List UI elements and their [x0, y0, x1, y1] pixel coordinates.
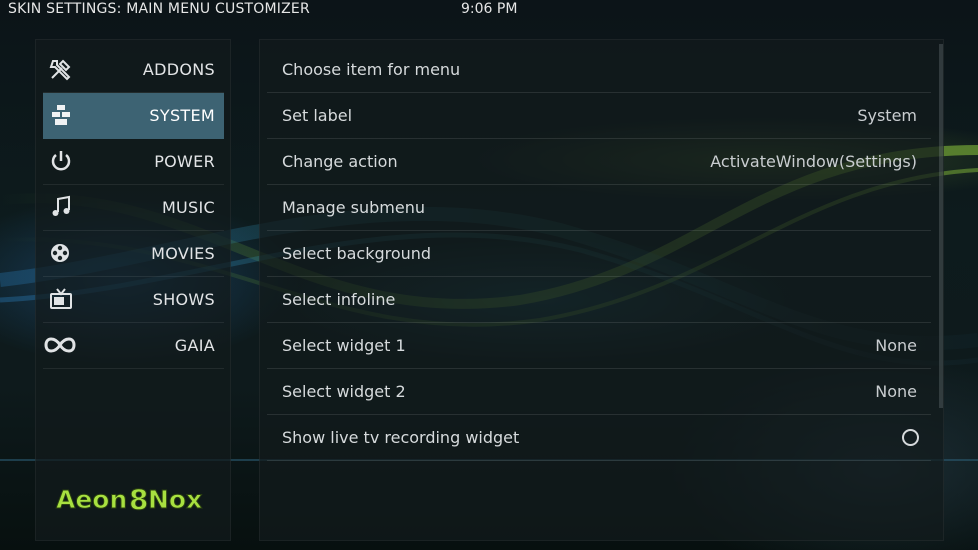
option-label: Set label — [282, 106, 353, 125]
option-label: Select background — [282, 244, 432, 263]
option-label: Select widget 1 — [282, 336, 406, 355]
sidebar-item-movies[interactable]: MOVIES — [43, 231, 224, 277]
sidebar-item-label: SYSTEM — [149, 106, 215, 125]
sidebar-item-system[interactable]: SYSTEM — [43, 93, 224, 139]
option-select-widget-1[interactable]: Select widget 1 None — [267, 323, 931, 369]
customizer-options-panel: Choose item for menu Set label System Ch… — [259, 39, 944, 541]
film-reel-icon — [49, 241, 73, 265]
option-select-widget-2[interactable]: Select widget 2 None — [267, 369, 931, 415]
svg-text:Nox: Nox — [148, 485, 202, 514]
option-select-infoline[interactable]: Select infoline — [267, 277, 931, 323]
radio-toggle-off[interactable] — [902, 429, 919, 446]
sidebar-item-gaia[interactable]: GAIA — [43, 323, 224, 369]
window-title: SKIN SETTINGS: MAIN MENU CUSTOMIZER — [8, 1, 310, 17]
sidebar-item-label: ADDONS — [142, 60, 215, 79]
clock: 9:06 PM — [461, 1, 518, 17]
aeon-nox-logo: Aeon 8 Nox — [54, 480, 214, 518]
svg-text:8: 8 — [129, 483, 148, 516]
option-set-label[interactable]: Set label System — [267, 93, 931, 139]
option-label: Select infoline — [282, 290, 396, 309]
sidebar-item-label: SHOWS — [152, 290, 215, 309]
option-label: Change action — [282, 152, 398, 171]
option-manage-submenu[interactable]: Manage submenu — [267, 185, 931, 231]
option-value: None — [875, 382, 917, 401]
option-label: Choose item for menu — [282, 60, 461, 79]
sidebar-item-music[interactable]: MUSIC — [43, 185, 224, 231]
option-value: None — [875, 336, 917, 355]
option-select-background[interactable]: Select background — [267, 231, 931, 277]
sidebar-item-label: MUSIC — [161, 198, 215, 217]
option-label: Manage submenu — [282, 198, 425, 217]
option-choose-item[interactable]: Choose item for menu — [267, 47, 931, 93]
option-value: ActivateWindow(Settings) — [710, 152, 917, 171]
option-live-tv-recording-widget[interactable]: Show live tv recording widget — [267, 415, 931, 461]
menu-sidebar: ADDONS SYSTEM POWER MUSIC MOVIES SHOWS G… — [35, 39, 231, 541]
power-icon — [49, 149, 73, 173]
tv-icon — [49, 287, 73, 311]
option-value: System — [857, 106, 917, 125]
option-label: Show live tv recording widget — [282, 428, 520, 447]
sidebar-item-label: GAIA — [174, 336, 215, 355]
sidebar-item-label: MOVIES — [151, 244, 215, 263]
music-note-icon — [49, 195, 73, 219]
option-label: Select widget 2 — [282, 382, 406, 401]
gaia-icon — [43, 333, 77, 357]
option-change-action[interactable]: Change action ActivateWindow(Settings) — [267, 139, 931, 185]
sidebar-item-label: POWER — [154, 152, 215, 171]
sidebar-item-addons[interactable]: ADDONS — [43, 47, 224, 93]
sidebar-item-power[interactable]: POWER — [43, 139, 224, 185]
svg-text:Aeon: Aeon — [56, 485, 127, 514]
sidebar-item-shows[interactable]: SHOWS — [43, 277, 224, 323]
system-icon — [49, 103, 73, 127]
tools-icon — [49, 57, 73, 81]
scrollbar[interactable] — [939, 44, 943, 408]
